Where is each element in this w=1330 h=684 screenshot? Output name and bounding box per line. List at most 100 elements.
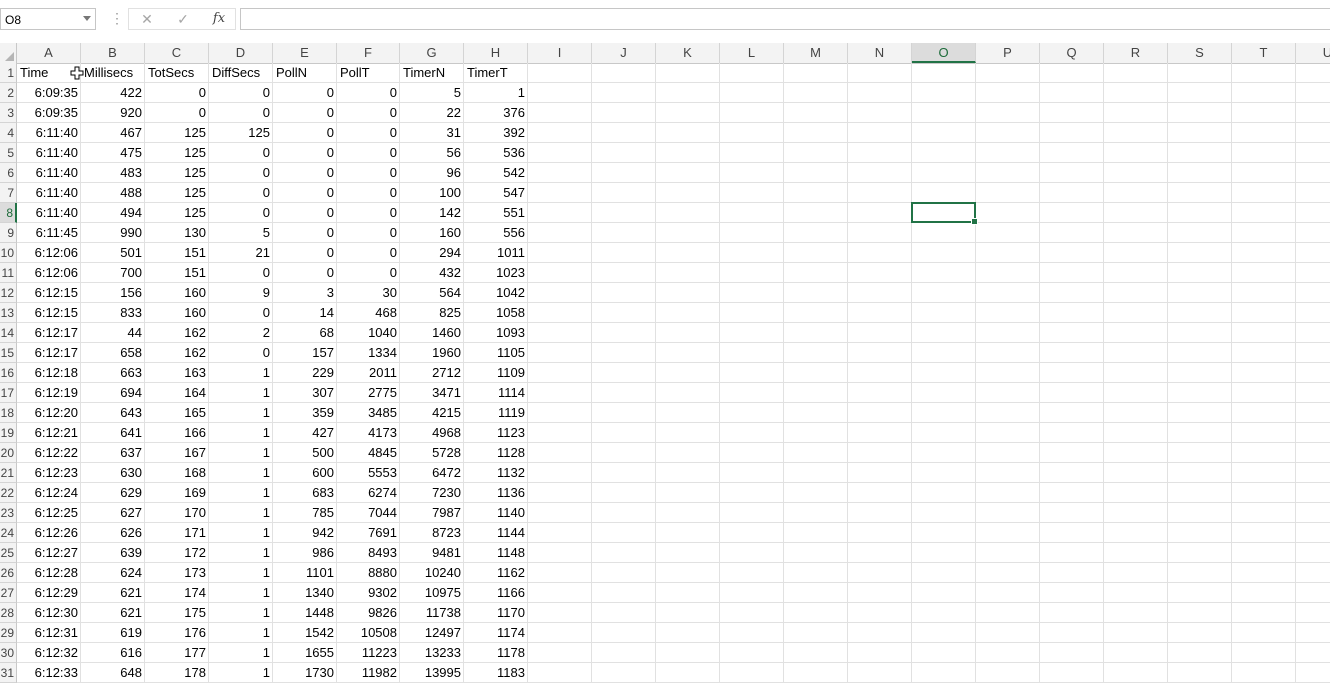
data-cell[interactable]: 6:11:40 [17, 203, 81, 223]
data-cell[interactable]: 0 [337, 243, 400, 263]
data-cell[interactable]: 5 [400, 83, 464, 103]
data-cell[interactable]: 0 [273, 103, 337, 123]
data-cell[interactable]: 151 [145, 263, 209, 283]
data-cell[interactable]: 1 [209, 443, 273, 463]
header-cell[interactable]: TotSecs [145, 63, 209, 83]
data-cell[interactable]: 1178 [464, 643, 528, 663]
column-header-m[interactable]: M [784, 43, 848, 63]
data-cell[interactable]: 0 [209, 303, 273, 323]
column-header-i[interactable]: I [528, 43, 592, 63]
data-cell[interactable]: 663 [81, 363, 145, 383]
data-cell[interactable]: 564 [400, 283, 464, 303]
header-cell[interactable]: TimerT [464, 63, 528, 83]
data-cell[interactable]: 683 [273, 483, 337, 503]
row-header-16[interactable]: 16 [0, 363, 17, 383]
data-cell[interactable]: 483 [81, 163, 145, 183]
data-cell[interactable]: 1 [464, 83, 528, 103]
row-header-19[interactable]: 19 [0, 423, 17, 443]
data-cell[interactable]: 468 [337, 303, 400, 323]
data-cell[interactable]: 1148 [464, 543, 528, 563]
data-cell[interactable]: 1132 [464, 463, 528, 483]
data-cell[interactable]: 1 [209, 643, 273, 663]
data-cell[interactable]: 1 [209, 423, 273, 443]
data-cell[interactable]: 1730 [273, 663, 337, 683]
data-cell[interactable]: 6:12:21 [17, 423, 81, 443]
data-cell[interactable]: 6:12:32 [17, 643, 81, 663]
data-cell[interactable]: 6:11:45 [17, 223, 81, 243]
data-cell[interactable]: 0 [273, 223, 337, 243]
data-cell[interactable]: 6:12:25 [17, 503, 81, 523]
data-cell[interactable]: 1340 [273, 583, 337, 603]
data-cell[interactable]: 0 [209, 83, 273, 103]
data-cell[interactable]: 1 [209, 583, 273, 603]
data-cell[interactable]: 3 [273, 283, 337, 303]
worksheet[interactable]: ABCDEFGHIJKLMNOPQRSTU 1 2 3 4 5 6 7 8 9 10 11 12 13 1… [0, 43, 1330, 684]
data-cell[interactable]: 0 [209, 103, 273, 123]
data-cell[interactable]: 422 [81, 83, 145, 103]
data-cell[interactable]: 7987 [400, 503, 464, 523]
data-cell[interactable]: 6:12:19 [17, 383, 81, 403]
row-header-13[interactable]: 13 [0, 303, 17, 323]
data-cell[interactable]: 6:12:17 [17, 323, 81, 343]
data-cell[interactable]: 547 [464, 183, 528, 203]
data-cell[interactable]: 5553 [337, 463, 400, 483]
data-cell[interactable]: 7044 [337, 503, 400, 523]
data-cell[interactable]: 6274 [337, 483, 400, 503]
data-cell[interactable]: 619 [81, 623, 145, 643]
column-header-n[interactable]: N [848, 43, 912, 63]
data-cell[interactable]: 172 [145, 543, 209, 563]
row-header-29[interactable]: 29 [0, 623, 17, 643]
column-header-k[interactable]: K [656, 43, 720, 63]
column-header-u[interactable]: U [1296, 43, 1330, 63]
column-header-b[interactable]: B [81, 43, 145, 63]
data-cell[interactable]: 0 [337, 203, 400, 223]
row-header-3[interactable]: 3 [0, 103, 17, 123]
data-cell[interactable]: 643 [81, 403, 145, 423]
data-cell[interactable]: 0 [337, 143, 400, 163]
data-cell[interactable]: 1 [209, 543, 273, 563]
data-cell[interactable]: 6:12:20 [17, 403, 81, 423]
data-cell[interactable]: 6:09:35 [17, 103, 81, 123]
data-cell[interactable]: 125 [209, 123, 273, 143]
data-cell[interactable]: 157 [273, 343, 337, 363]
data-cell[interactable]: 2 [209, 323, 273, 343]
data-cell[interactable]: 0 [273, 83, 337, 103]
data-cell[interactable]: 1 [209, 623, 273, 643]
data-cell[interactable]: 1166 [464, 583, 528, 603]
chevron-down-icon[interactable] [83, 16, 91, 21]
row-header-11[interactable]: 11 [0, 263, 17, 283]
data-cell[interactable]: 475 [81, 143, 145, 163]
data-cell[interactable]: 6:12:30 [17, 603, 81, 623]
data-cell[interactable]: 10240 [400, 563, 464, 583]
name-box[interactable]: O8 [0, 8, 96, 30]
data-cell[interactable]: 8723 [400, 523, 464, 543]
data-cell[interactable]: 160 [145, 303, 209, 323]
data-cell[interactable]: 14 [273, 303, 337, 323]
data-cell[interactable]: 156 [81, 283, 145, 303]
data-cell[interactable]: 11982 [337, 663, 400, 683]
data-cell[interactable]: 621 [81, 583, 145, 603]
data-cell[interactable]: 170 [145, 503, 209, 523]
insert-function-button[interactable]: fx [206, 9, 232, 29]
data-cell[interactable]: 658 [81, 343, 145, 363]
data-cell[interactable]: 1 [209, 383, 273, 403]
data-cell[interactable]: 630 [81, 463, 145, 483]
data-cell[interactable]: 536 [464, 143, 528, 163]
data-cell[interactable]: 1042 [464, 283, 528, 303]
data-cell[interactable]: 6:12:27 [17, 543, 81, 563]
data-cell[interactable]: 542 [464, 163, 528, 183]
column-header-c[interactable]: C [145, 43, 209, 63]
data-cell[interactable]: 12497 [400, 623, 464, 643]
data-cell[interactable]: 171 [145, 523, 209, 543]
data-cell[interactable]: 160 [145, 283, 209, 303]
data-cell[interactable]: 785 [273, 503, 337, 523]
data-cell[interactable]: 920 [81, 103, 145, 123]
data-cell[interactable]: 151 [145, 243, 209, 263]
data-cell[interactable]: 10975 [400, 583, 464, 603]
data-cell[interactable]: 294 [400, 243, 464, 263]
data-cell[interactable]: 1 [209, 403, 273, 423]
data-cell[interactable]: 6:12:15 [17, 303, 81, 323]
column-header-f[interactable]: F [337, 43, 400, 63]
data-cell[interactable]: 10508 [337, 623, 400, 643]
data-cell[interactable]: 3485 [337, 403, 400, 423]
